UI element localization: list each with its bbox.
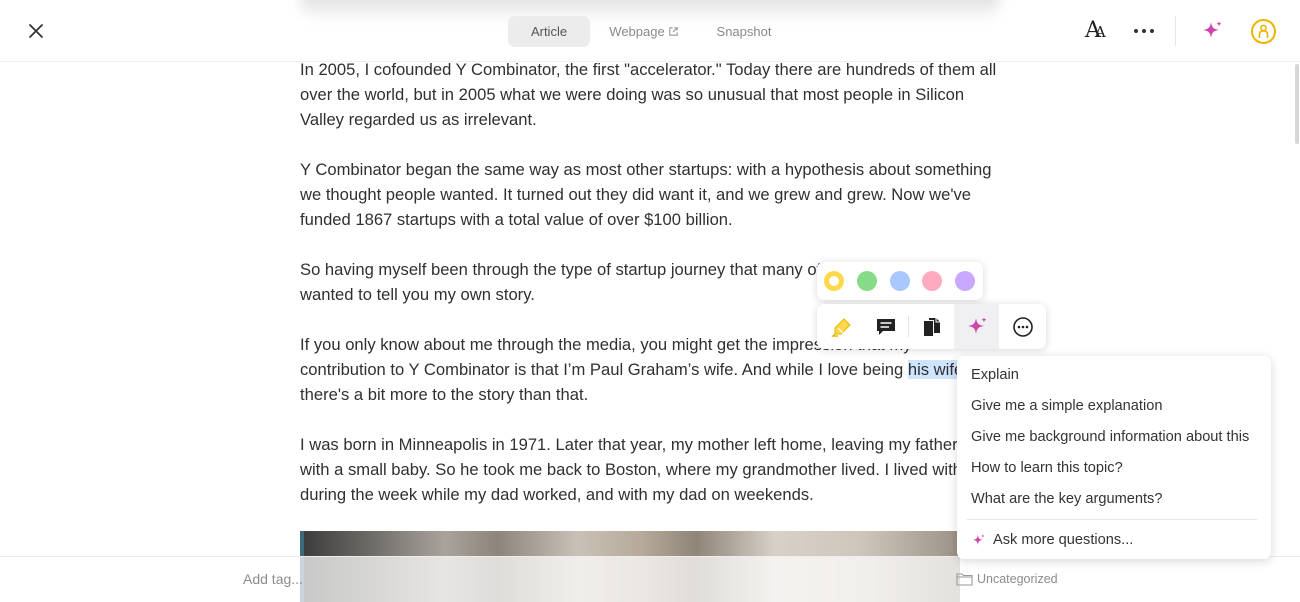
text-segment: contribution to Y Combinator is that I’m… bbox=[300, 360, 908, 379]
more-options-icon bbox=[1012, 316, 1033, 337]
text-line: Y Combinator began the same way as most … bbox=[300, 160, 992, 179]
color-swatch-purple[interactable] bbox=[955, 271, 975, 291]
scrollbar[interactable] bbox=[1293, 62, 1300, 556]
color-swatch-pink[interactable] bbox=[922, 271, 942, 291]
color-swatch-yellow[interactable] bbox=[824, 271, 844, 291]
close-icon bbox=[29, 24, 43, 38]
color-swatch-blue[interactable] bbox=[890, 271, 910, 291]
ask-more-label: Ask more questions... bbox=[993, 532, 1134, 548]
bottom-bar: Uncategorized bbox=[0, 556, 1300, 602]
scrollbar-thumb[interactable] bbox=[1295, 64, 1299, 144]
highlighter-icon bbox=[830, 317, 851, 337]
folder-selector[interactable]: Uncategorized bbox=[956, 572, 1058, 586]
user-icon bbox=[1258, 24, 1269, 38]
menu-item-learn-topic[interactable]: How to learn this topic? bbox=[971, 460, 1123, 476]
menu-divider bbox=[967, 519, 1257, 520]
folder-icon bbox=[956, 573, 973, 586]
paragraph-2: Y Combinator began the same way as most … bbox=[300, 157, 1000, 232]
tab-webpage-label: Webpage bbox=[609, 24, 665, 39]
font-settings-icon[interactable]: AA bbox=[1085, 19, 1111, 43]
text-line: funded 1867 startups with a total value … bbox=[300, 210, 733, 229]
paragraph-5: I was born in Minneapolis in 1971. Later… bbox=[300, 432, 1000, 507]
menu-item-simple-explanation[interactable]: Give me a simple explanation bbox=[971, 398, 1162, 414]
more-options-button[interactable] bbox=[1000, 304, 1045, 349]
tab-webpage[interactable]: Webpage bbox=[590, 16, 698, 47]
selected-text[interactable]: his wife bbox=[907, 360, 964, 379]
comment-button[interactable] bbox=[863, 304, 908, 349]
highlight-color-picker bbox=[817, 262, 983, 300]
close-button[interactable] bbox=[24, 19, 48, 43]
menu-item-background-info[interactable]: Give me background information about thi… bbox=[971, 429, 1249, 445]
top-bar: Article Webpage Snapshot AA bbox=[0, 0, 1300, 62]
ai-assistant-button[interactable] bbox=[1200, 19, 1224, 43]
text-line: during the week while my dad worked, and… bbox=[300, 485, 814, 504]
tab-article[interactable]: Article bbox=[508, 16, 590, 47]
menu-item-key-arguments[interactable]: What are the key arguments? bbox=[971, 491, 1162, 507]
text-line: I was born in Minneapolis in 1971. Later… bbox=[300, 435, 958, 454]
add-tag-input[interactable] bbox=[243, 571, 423, 587]
ai-sparkle-icon bbox=[967, 316, 987, 334]
tab-snapshot[interactable]: Snapshot bbox=[704, 16, 784, 47]
view-tabs: Article Webpage Snapshot bbox=[508, 16, 784, 47]
ai-actions-menu: Explain Give me a simple explanation Giv… bbox=[957, 356, 1271, 559]
copy-icon bbox=[923, 317, 940, 336]
folder-label: Uncategorized bbox=[977, 572, 1058, 586]
text-line: we thought people wanted. It turned out … bbox=[300, 185, 972, 204]
color-swatch-green[interactable] bbox=[857, 271, 877, 291]
ai-actions-button[interactable] bbox=[954, 304, 999, 349]
sparkle-icon bbox=[1203, 21, 1222, 38]
selection-toolbar bbox=[817, 304, 1046, 349]
ask-more-questions-button[interactable]: Ask more questions... bbox=[971, 532, 1133, 548]
header-divider bbox=[1175, 16, 1176, 46]
text-line-with-selection: contribution to Y Combinator is that I’m… bbox=[300, 357, 1000, 382]
text-line: with a small baby. So he took me back to… bbox=[300, 460, 962, 479]
sparkle-icon bbox=[972, 533, 985, 545]
comment-icon bbox=[876, 318, 895, 335]
text-line: there's a bit more to the story than tha… bbox=[300, 385, 589, 404]
external-link-icon bbox=[668, 17, 679, 48]
paragraph-1: In 2005, I cofounded Y Combinator, the f… bbox=[300, 57, 1000, 132]
text-line: Valley regarded us as irrelevant. bbox=[300, 110, 537, 129]
copy-button[interactable] bbox=[909, 304, 954, 349]
text-line: over the world, but in 2005 what we were… bbox=[300, 85, 965, 104]
more-menu-button[interactable] bbox=[1132, 19, 1156, 43]
ellipsis-icon bbox=[1134, 29, 1154, 33]
user-avatar[interactable] bbox=[1251, 19, 1276, 44]
menu-item-explain[interactable]: Explain bbox=[971, 367, 1019, 383]
highlight-button[interactable] bbox=[819, 304, 864, 349]
